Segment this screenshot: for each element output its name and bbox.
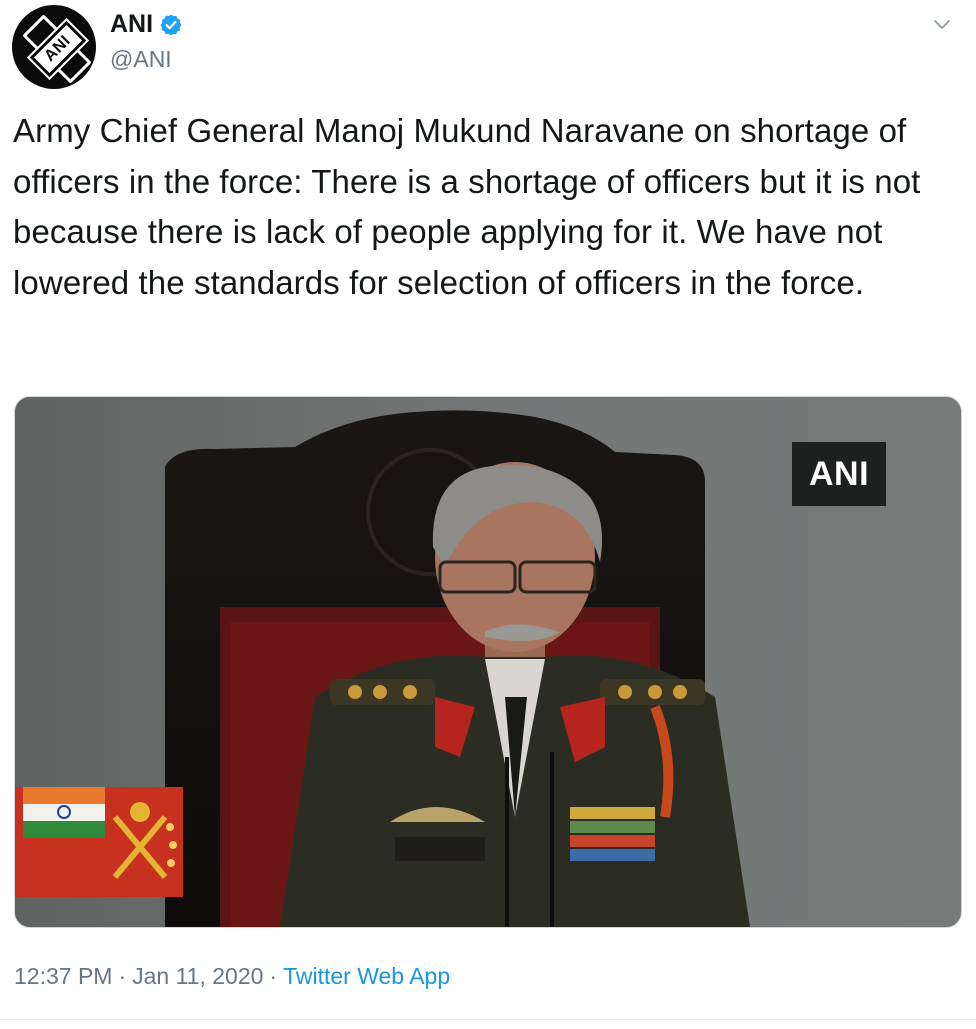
author-display-name[interactable]: ANI [110,10,153,39]
avatar[interactable]: ANI [12,5,96,89]
author-name-row: ANI [110,10,183,39]
meta-separator: · [118,963,127,989]
tweet-card: ANI ANI @ANI Army Chief General Manoj Mu… [0,0,976,1029]
tweet-time[interactable]: 12:37 PM [14,963,112,990]
media-watermark: ANI [792,442,886,506]
meta-separator: · [269,963,278,989]
tweet-media-photo[interactable]: ANI [14,396,962,928]
divider [0,1019,976,1020]
chevron-down-icon[interactable] [930,12,954,36]
tweet-source-link[interactable]: Twitter Web App [283,963,450,990]
author-handle[interactable]: @ANI [110,46,172,73]
tweet-meta: 12:37 PM · Jan 11, 2020 · Twitter Web Ap… [14,963,450,990]
tweet-date[interactable]: Jan 11, 2020 [132,963,263,990]
verified-badge-icon [160,14,182,35]
tweet-text: Army Chief General Manoj Mukund Naravane… [13,112,921,301]
media-watermark-text: ANI [808,454,870,493]
